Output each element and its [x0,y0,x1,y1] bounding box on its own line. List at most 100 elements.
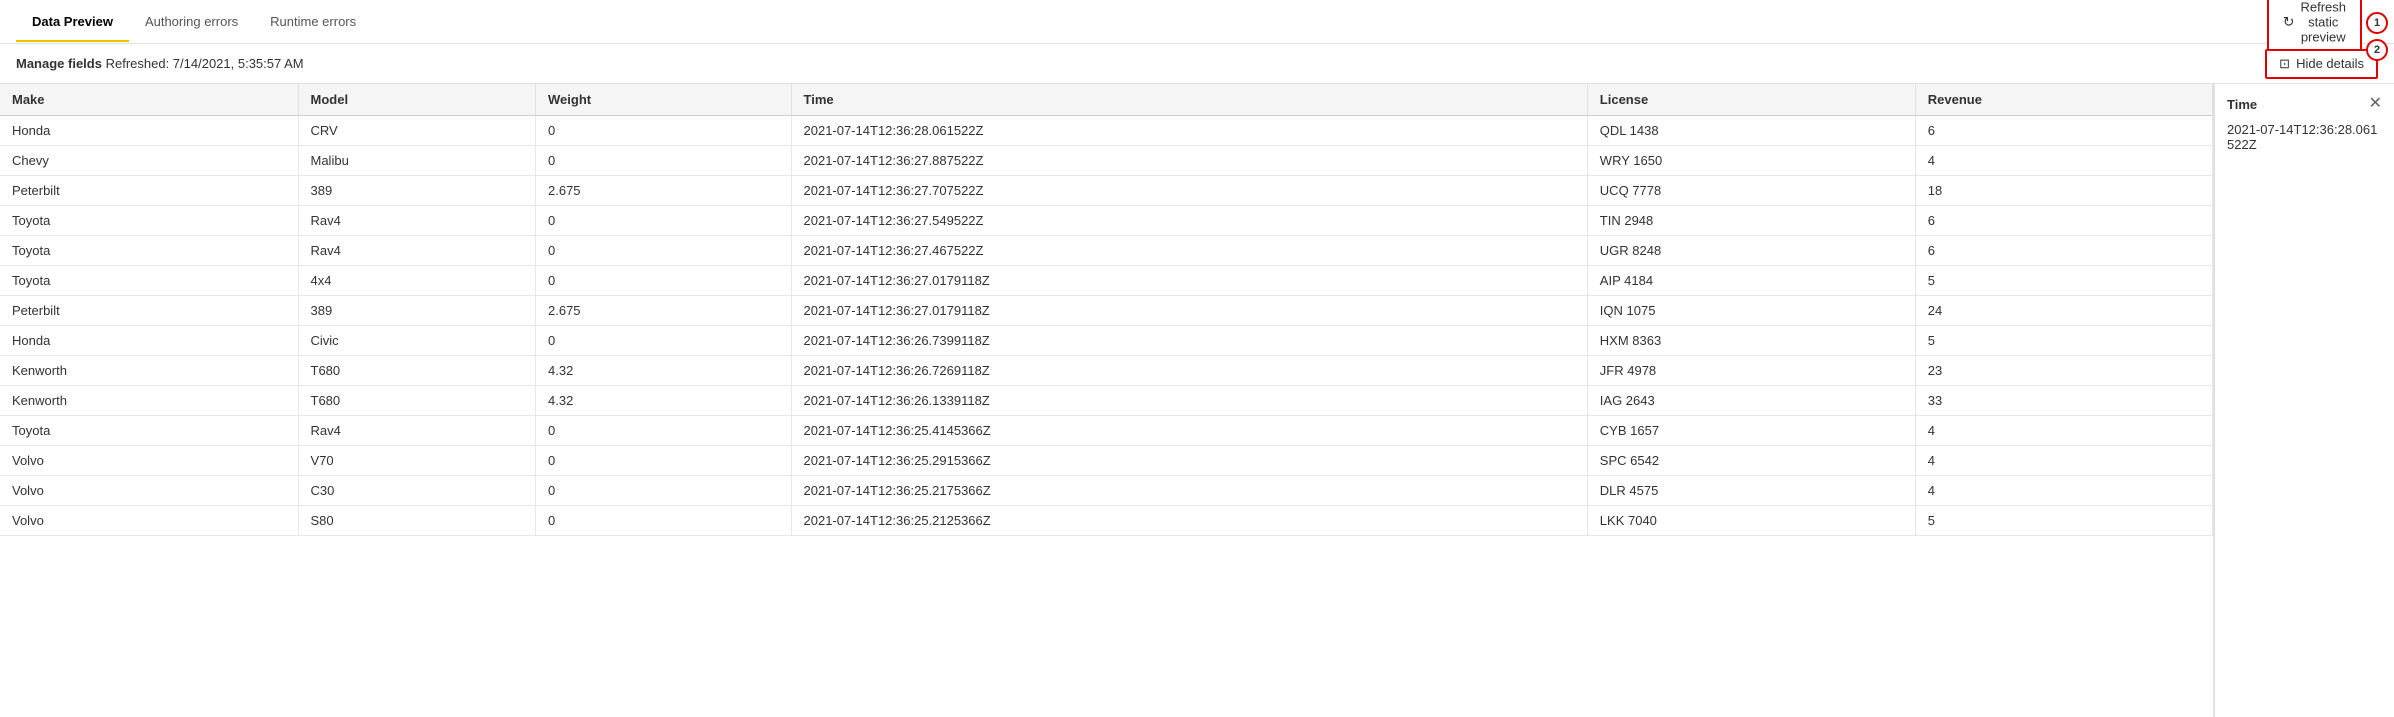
main-area: Make Model Weight Time License Revenue H… [0,84,2394,717]
cell-make: Volvo [0,506,298,536]
cell-model: 4x4 [298,266,536,296]
tab-data-preview[interactable]: Data Preview [16,2,129,41]
cell-revenue: 6 [1915,236,2212,266]
cell-revenue: 5 [1915,506,2212,536]
cell-weight: 0 [536,236,792,266]
cell-weight: 2.675 [536,296,792,326]
col-header-license[interactable]: License [1587,84,1915,116]
cell-make: Peterbilt [0,176,298,206]
cell-model: 389 [298,176,536,206]
cell-time: 2021-07-14T12:36:25.2915366Z [791,446,1587,476]
cell-license: UCQ 7778 [1587,176,1915,206]
refresh-static-preview-button[interactable]: ↻ Refresh static preview [2267,0,2362,52]
cell-license: WRY 1650 [1587,146,1915,176]
manage-fields-info: Manage fields Refreshed: 7/14/2021, 5:35… [16,56,304,71]
cell-make: Chevy [0,146,298,176]
cell-time: 2021-07-14T12:36:27.707522Z [791,176,1587,206]
cell-license: DLR 4575 [1587,476,1915,506]
table-row[interactable]: ToyotaRav402021-07-14T12:36:27.549522ZTI… [0,206,2213,236]
table-row[interactable]: VolvoS8002021-07-14T12:36:25.2125366ZLKK… [0,506,2213,536]
cell-model: V70 [298,446,536,476]
table-row[interactable]: Toyota4x402021-07-14T12:36:27.0179118ZAI… [0,266,2213,296]
cell-make: Volvo [0,476,298,506]
cell-make: Toyota [0,266,298,296]
table-row[interactable]: KenworthT6804.322021-07-14T12:36:26.7269… [0,356,2213,386]
cell-license: AIP 4184 [1587,266,1915,296]
col-header-revenue[interactable]: Revenue [1915,84,2212,116]
cell-make: Toyota [0,206,298,236]
table-row[interactable]: KenworthT6804.322021-07-14T12:36:26.1339… [0,386,2213,416]
cell-time: 2021-07-14T12:36:27.549522Z [791,206,1587,236]
cell-time: 2021-07-14T12:36:27.0179118Z [791,266,1587,296]
table-row[interactable]: ToyotaRav402021-07-14T12:36:25.4145366ZC… [0,416,2213,446]
side-panel-close-button[interactable]: ✕ [2369,96,2382,112]
cell-time: 2021-07-14T12:36:25.2125366Z [791,506,1587,536]
cell-make: Kenworth [0,356,298,386]
cell-model: CRV [298,116,536,146]
cell-weight: 0 [536,116,792,146]
cell-weight: 0 [536,506,792,536]
cell-make: Toyota [0,236,298,266]
hide-details-icon: ⊡ [2279,56,2290,72]
cell-model: S80 [298,506,536,536]
cell-revenue: 18 [1915,176,2212,206]
cell-weight: 0 [536,266,792,296]
refreshed-timestamp: Refreshed: 7/14/2021, 5:35:57 AM [106,56,304,71]
table-row[interactable]: ToyotaRav402021-07-14T12:36:27.467522ZUG… [0,236,2213,266]
side-panel-title: Time [2227,97,2257,112]
cell-license: QDL 1438 [1587,116,1915,146]
tab-runtime-errors[interactable]: Runtime errors [254,2,372,41]
cell-model: 389 [298,296,536,326]
cell-weight: 4.32 [536,356,792,386]
cell-license: CYB 1657 [1587,416,1915,446]
cell-model: Rav4 [298,236,536,266]
refresh-icon: ↻ [2283,13,2295,30]
cell-license: SPC 6542 [1587,446,1915,476]
cell-time: 2021-07-14T12:36:26.7399118Z [791,326,1587,356]
side-panel-value: 2021-07-14T12:36:28.061522Z [2227,122,2382,152]
cell-make: Toyota [0,416,298,446]
col-header-weight[interactable]: Weight [536,84,792,116]
refresh-button-label: Refresh static preview [2300,0,2346,44]
table-row[interactable]: Peterbilt3892.6752021-07-14T12:36:27.707… [0,176,2213,206]
cell-model: Rav4 [298,416,536,446]
cell-weight: 4.32 [536,386,792,416]
manage-fields-label: Manage fields [16,56,102,71]
table-row[interactable]: ChevyMalibu02021-07-14T12:36:27.887522ZW… [0,146,2213,176]
cell-time: 2021-07-14T12:36:26.7269118Z [791,356,1587,386]
table-row[interactable]: Peterbilt3892.6752021-07-14T12:36:27.017… [0,296,2213,326]
cell-revenue: 33 [1915,386,2212,416]
cell-revenue: 5 [1915,266,2212,296]
cell-license: UGR 8248 [1587,236,1915,266]
col-header-time[interactable]: Time [791,84,1587,116]
cell-weight: 0 [536,446,792,476]
cell-make: Honda [0,116,298,146]
table-header-row: Make Model Weight Time License Revenue [0,84,2213,116]
cell-license: IQN 1075 [1587,296,1915,326]
cell-model: T680 [298,386,536,416]
side-panel-header: Time ✕ [2227,96,2382,112]
col-header-make[interactable]: Make [0,84,298,116]
data-table: Make Model Weight Time License Revenue H… [0,84,2213,536]
tab-bar: Data Preview Authoring errors Runtime er… [0,0,2394,44]
cell-revenue: 6 [1915,116,2212,146]
table-row[interactable]: VolvoV7002021-07-14T12:36:25.2915366ZSPC… [0,446,2213,476]
table-area[interactable]: Make Model Weight Time License Revenue H… [0,84,2214,717]
cell-revenue: 4 [1915,476,2212,506]
table-row[interactable]: HondaCivic02021-07-14T12:36:26.7399118ZH… [0,326,2213,356]
tab-authoring-errors[interactable]: Authoring errors [129,2,254,41]
table-row[interactable]: VolvoC3002021-07-14T12:36:25.2175366ZDLR… [0,476,2213,506]
col-header-model[interactable]: Model [298,84,536,116]
cell-model: T680 [298,356,536,386]
cell-weight: 0 [536,326,792,356]
cell-revenue: 23 [1915,356,2212,386]
cell-model: C30 [298,476,536,506]
cell-weight: 0 [536,146,792,176]
cell-revenue: 4 [1915,146,2212,176]
cell-license: LKK 7040 [1587,506,1915,536]
hide-details-button[interactable]: ⊡ Hide details [2265,49,2378,79]
cell-make: Honda [0,326,298,356]
cell-model: Civic [298,326,536,356]
table-row[interactable]: HondaCRV02021-07-14T12:36:28.061522ZQDL … [0,116,2213,146]
cell-model: Rav4 [298,206,536,236]
